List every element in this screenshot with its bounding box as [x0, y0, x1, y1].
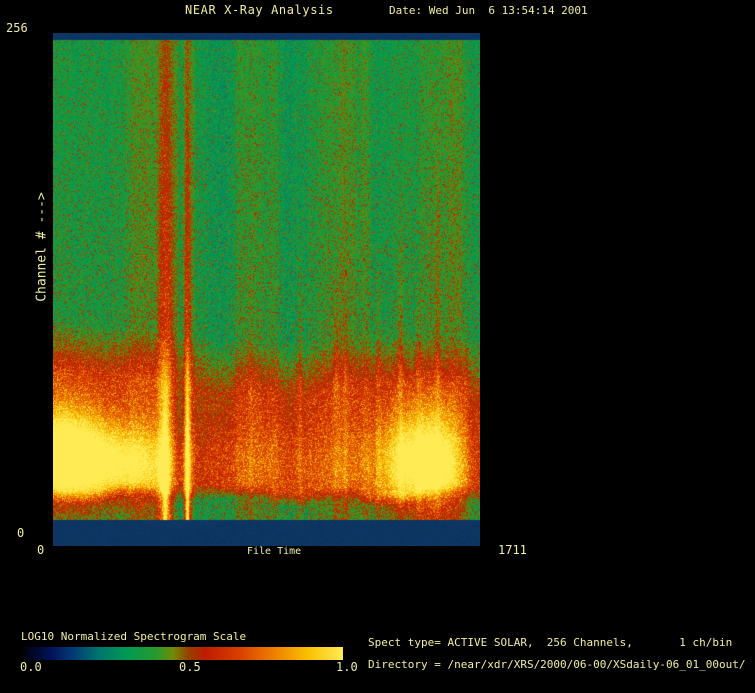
y-axis-max-tick: 256: [6, 22, 28, 35]
spect-type-line: Spect type= ACTIVE SOLAR, 256 Channels, …: [368, 636, 732, 649]
colorbar-tick-mid: 0.5: [179, 661, 201, 674]
x-axis-label: File Time: [247, 545, 301, 558]
directory-line: Directory = /near/xdr/XRS/2000/06-00/XSd…: [368, 658, 746, 671]
header-date: Date: Wed Jun 6 13:54:14 2001: [389, 4, 588, 17]
spectrogram-image: [53, 33, 480, 546]
colorbar-title: LOG10 Normalized Spectrogram Scale: [21, 630, 246, 643]
page-title: NEAR X-Ray Analysis: [185, 4, 334, 17]
y-axis-label: Channel # --->: [36, 192, 49, 302]
app-window: NEAR X-Ray Analysis Date: Wed Jun 6 13:5…: [0, 0, 755, 693]
colorbar-tick-max: 1.0: [336, 661, 358, 674]
colorbar-gradient: [22, 647, 343, 660]
colorbar-tick-min: 0.0: [20, 661, 42, 674]
y-axis-min-tick: 0: [17, 527, 24, 540]
x-axis-max-tick: 1711: [498, 544, 527, 557]
x-axis-min-tick: 0: [37, 544, 44, 557]
